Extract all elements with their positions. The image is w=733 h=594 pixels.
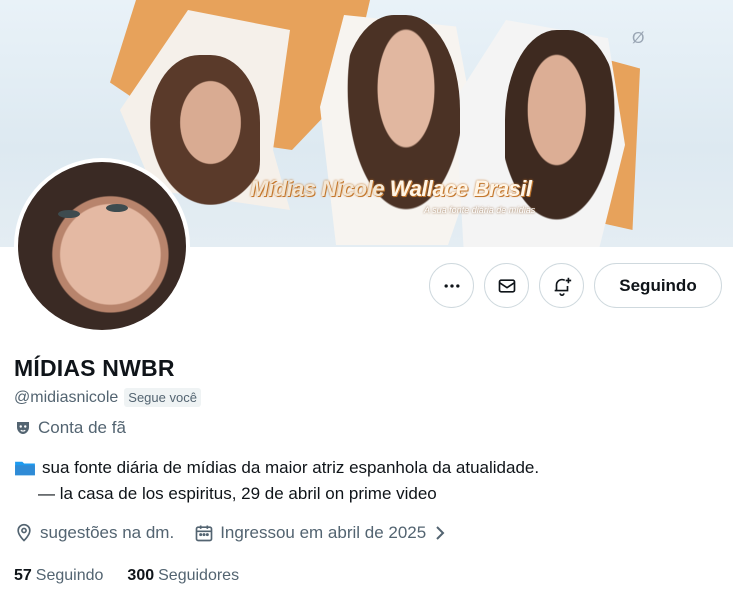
masks-icon xyxy=(14,419,32,437)
following-label: Seguindo xyxy=(35,567,104,584)
banner-subtitle: A sua fonte diária de mídias xyxy=(424,205,536,215)
avatar-image xyxy=(18,162,186,330)
following-link[interactable]: 57 Seguindo xyxy=(14,567,103,585)
join-date-text: Ingressou em abril de 2025 xyxy=(220,523,427,542)
message-button[interactable] xyxy=(484,263,529,308)
banner-photo-1 xyxy=(150,55,260,205)
follow-stats: 57 Seguindo 300 Seguidores xyxy=(14,567,239,585)
following-button[interactable]: Seguindo xyxy=(594,263,722,308)
more-horizontal-icon xyxy=(442,276,462,296)
folder-icon xyxy=(14,459,36,477)
bio-line-2: — la casa de los espiritus, 29 de abril … xyxy=(38,484,437,503)
doodle-icon: Ø xyxy=(632,30,645,47)
location-text: sugestões na dm. xyxy=(40,523,175,542)
bio-text-1: sua fonte diária de mídias da maior atri… xyxy=(42,458,540,477)
location-pin-icon xyxy=(14,523,34,543)
following-count: 57 xyxy=(14,567,32,584)
followers-link[interactable]: 300 Seguidores xyxy=(127,567,239,585)
avatar[interactable] xyxy=(14,158,190,334)
bio-line-1: sua fonte diária de mídias da maior atri… xyxy=(14,458,539,478)
account-type-label: Conta de fã xyxy=(38,418,126,437)
handle: @midiasnicole xyxy=(14,388,119,406)
followers-count: 300 xyxy=(127,567,155,584)
chevron-right-icon xyxy=(432,524,448,542)
follows-you-badge: Segue você xyxy=(124,388,201,407)
display-name: MÍDIAS NWBR xyxy=(14,355,175,381)
followers-label: Seguidores xyxy=(158,567,240,584)
notifications-button[interactable] xyxy=(539,263,584,308)
join-date[interactable]: Ingressou em abril de 2025 xyxy=(194,523,448,543)
bell-plus-icon xyxy=(551,275,573,297)
more-button[interactable] xyxy=(429,263,474,308)
calendar-icon xyxy=(194,523,214,543)
location: sugestões na dm. xyxy=(14,523,174,543)
account-type[interactable]: Conta de fã xyxy=(14,418,126,438)
banner-title: Mídias Nicole Wallace Brasil xyxy=(250,176,532,201)
envelope-icon xyxy=(497,276,517,296)
profile-meta: sugestões na dm. Ingressou em abril de 2… xyxy=(14,523,448,543)
handle-row: @midiasnicole Segue você xyxy=(14,388,201,407)
